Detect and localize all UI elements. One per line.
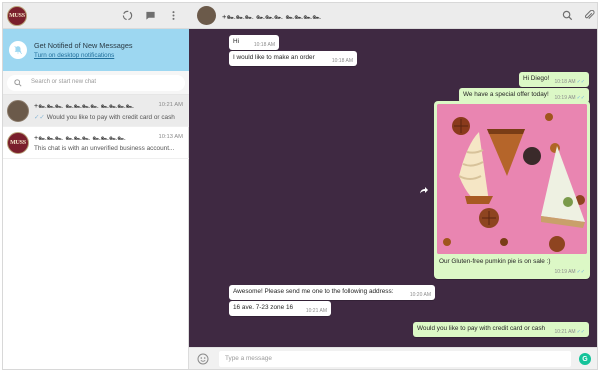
message-bubble: Awesome! Please send me one to the follo… xyxy=(229,285,435,300)
chat-preview-text: Would you like to pay with credit card o… xyxy=(46,114,175,121)
message-text: I would like to make an order xyxy=(233,54,315,61)
message-text: Hi Diego! xyxy=(523,75,550,82)
message-text: 16 ave. 7-23 zone 16 xyxy=(233,304,294,311)
image-caption: Our Gluten-free pumkin pie is on sale :) xyxy=(439,258,551,265)
message-bubble: 16 ave. 7-23 zone 16 10:21 AM xyxy=(229,301,331,316)
emoji-icon[interactable] xyxy=(197,353,209,365)
message-bubble: I would like to make an order 10:18 AM xyxy=(229,51,357,66)
bell-off-icon xyxy=(9,41,27,59)
status-icon[interactable] xyxy=(121,9,133,21)
notification-banner: Get Notified of New Messages Turn on des… xyxy=(3,29,189,71)
message-input-placeholder: Type a message xyxy=(225,355,272,362)
chat-name: +๛๛๛ ๛๛๛ ๛๛๛๛ xyxy=(34,135,126,142)
message-bubble: Hi Diego! 10:18 AM✓✓ xyxy=(519,72,589,87)
message-text: Would you like to pay with credit card o… xyxy=(417,325,546,332)
attach-icon[interactable] xyxy=(583,9,595,21)
pie-photo[interactable] xyxy=(437,104,587,254)
sidebar: MUSS Get Notified of New Messages Turn o… xyxy=(3,3,189,369)
read-receipt-icon: ✓✓ xyxy=(34,114,45,121)
message-time: 10:21 AM xyxy=(305,308,327,314)
chat-preview-text: This chat is with an unverified business… xyxy=(34,145,175,152)
read-receipt-icon: ✓✓ xyxy=(576,269,585,275)
message-time: 10:20 AM xyxy=(409,292,431,298)
search-bar: Search or start new chat xyxy=(3,71,189,95)
grammarly-icon[interactable]: G xyxy=(579,353,591,365)
message-time: 10:18 AM✓✓ xyxy=(554,79,585,85)
message-bubble: Hi 10:18 AM xyxy=(229,35,279,50)
search-icon[interactable] xyxy=(561,9,573,21)
menu-icon[interactable] xyxy=(167,9,179,21)
chat-list-item[interactable]: +๛๛๛ ๛๛๛๛ ๛๛๛๛ 10:21 AM ✓✓ Would you like… xyxy=(3,95,189,127)
contact-avatar[interactable] xyxy=(197,6,216,25)
conversation-panel: +๛๛๛ ๛๛๛ ๛๛๛๛ Hi 10:18 AM I would like t… xyxy=(189,3,597,369)
message-text: Hi xyxy=(233,38,240,45)
chat-avatar xyxy=(7,100,29,122)
message-input[interactable]: Type a message xyxy=(219,351,571,367)
new-chat-icon[interactable] xyxy=(144,9,156,21)
read-receipt-icon: ✓✓ xyxy=(576,329,585,335)
message-text: Awesome! Please send me one to the follo… xyxy=(233,288,394,295)
chat-name: +๛๛๛ ๛๛๛๛ ๛๛๛๛ xyxy=(34,103,134,110)
read-receipt-icon: ✓✓ xyxy=(576,79,585,85)
chat-preview: ✓✓ Would you like to pay with credit card… xyxy=(34,113,182,121)
conversation-header: +๛๛๛ ๛๛๛ ๛๛๛๛ xyxy=(189,3,597,29)
message-time: 10:21 AM✓✓ xyxy=(554,329,585,335)
contact-name[interactable]: +๛๛๛ ๛๛๛ ๛๛๛๛ xyxy=(222,11,321,23)
message-text: We have a special offer today! xyxy=(463,91,549,98)
search-icon xyxy=(14,79,22,87)
message-bubble: Would you like to pay with credit card o… xyxy=(413,322,589,337)
whatsapp-web-window: MUSS Get Notified of New Messages Turn o… xyxy=(2,2,598,370)
search-input[interactable]: Search or start new chat xyxy=(7,75,185,91)
chat-time: 10:13 AM xyxy=(158,134,184,140)
message-time: 10:18 AM xyxy=(253,42,275,48)
chat-list-item[interactable]: MUSS +๛๛๛ ๛๛๛ ๛๛๛๛ 10:13 AM This chat is… xyxy=(3,127,189,159)
search-placeholder: Search or start new chat xyxy=(31,79,97,85)
message-list: Hi 10:18 AM I would like to make an orde… xyxy=(189,29,597,347)
sidebar-header: MUSS xyxy=(3,3,189,29)
pie-illustration xyxy=(437,104,587,254)
chat-avatar: MUSS xyxy=(7,132,29,154)
message-time: 10:19 AM✓✓ xyxy=(554,269,585,275)
forward-icon[interactable] xyxy=(419,185,429,195)
notification-title: Get Notified of New Messages xyxy=(34,41,133,50)
profile-avatar[interactable]: MUSS xyxy=(7,6,27,26)
enable-notifications-link[interactable]: Turn on desktop notifications xyxy=(34,52,114,59)
chat-preview: This chat is with an unverified business… xyxy=(34,145,182,152)
chat-time: 10:21 AM xyxy=(158,102,184,108)
message-time: 10:18 AM xyxy=(331,58,353,64)
message-composer: Type a message G xyxy=(189,347,597,369)
image-message[interactable]: Our Gluten-free pumkin pie is on sale :)… xyxy=(434,101,590,279)
